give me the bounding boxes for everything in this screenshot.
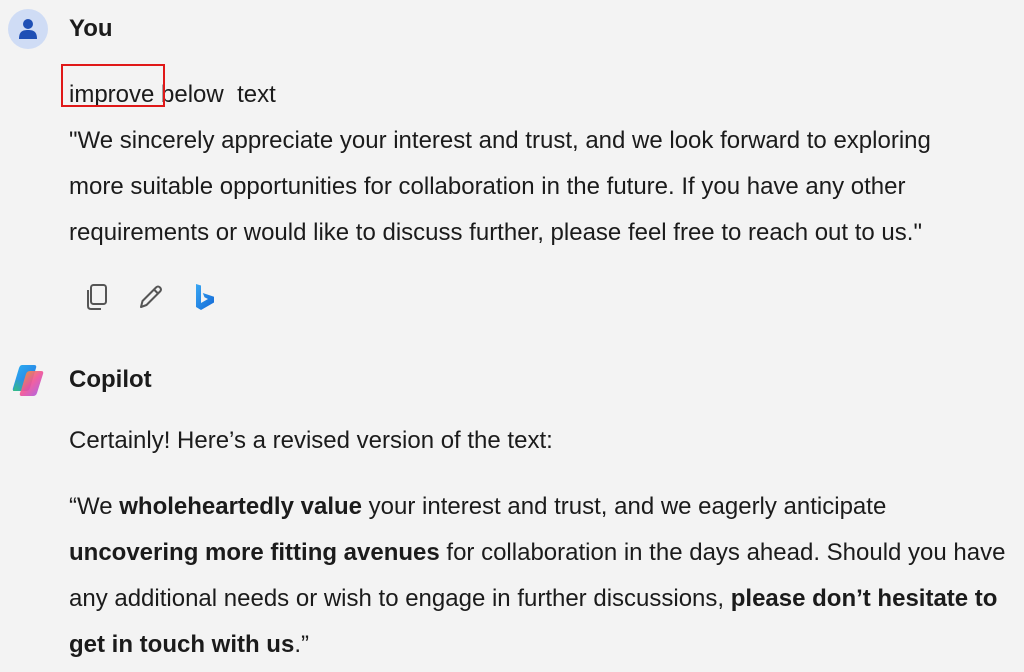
bing-search-button[interactable] bbox=[188, 280, 222, 314]
user-avatar bbox=[8, 9, 48, 49]
user-message-body: improve below text "We sincerely appreci… bbox=[69, 72, 1024, 256]
revised-text-part: your interest and trust, and we eagerly … bbox=[362, 493, 887, 520]
copilot-revised-text: “We wholeheartedly value your interest a… bbox=[69, 484, 1019, 668]
copilot-message-header: Copilot bbox=[8, 360, 152, 400]
quoted-line-1: "We sincerely appreciate your interest a… bbox=[69, 127, 931, 154]
person-icon bbox=[19, 19, 37, 39]
user-prompt-line: improve below text bbox=[69, 72, 1024, 118]
copy-button[interactable] bbox=[80, 280, 114, 314]
user-message-actions bbox=[80, 280, 222, 314]
revised-text-part: “We bbox=[69, 493, 120, 520]
copilot-avatar bbox=[8, 360, 48, 400]
chat-transcript: You improve below text "We sincerely app… bbox=[0, 0, 1024, 672]
edit-button[interactable] bbox=[134, 280, 168, 314]
copy-icon bbox=[87, 284, 107, 310]
quoted-line-2: more suitable opportunities for collabor… bbox=[69, 173, 906, 200]
quoted-line-3: requirements or would like to discuss fu… bbox=[69, 219, 922, 246]
highlight-annotation-box bbox=[61, 64, 165, 107]
copilot-sender-name: Copilot bbox=[69, 366, 152, 393]
copilot-logo-icon bbox=[12, 365, 44, 396]
bing-icon bbox=[196, 284, 214, 310]
user-sender-name: You bbox=[69, 15, 113, 42]
revised-bold-phrase: uncovering more fitting avenues bbox=[69, 539, 440, 566]
prompt-rest: below text bbox=[161, 81, 276, 108]
copilot-intro-text: Certainly! Here’s a revised version of t… bbox=[69, 427, 553, 454]
pencil-icon bbox=[140, 285, 162, 308]
user-message-header: You bbox=[8, 9, 113, 49]
revised-text-part: .” bbox=[294, 631, 309, 658]
revised-bold-phrase: wholeheartedly value bbox=[119, 493, 362, 520]
